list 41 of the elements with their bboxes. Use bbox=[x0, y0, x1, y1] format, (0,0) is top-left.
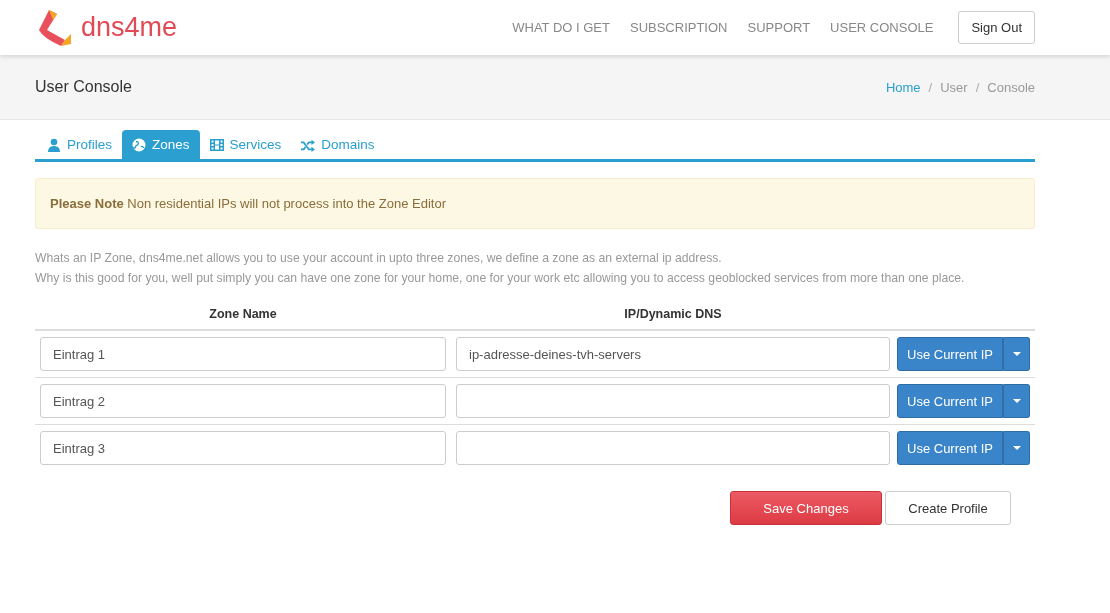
tab[interactable]: Zones bbox=[122, 130, 200, 159]
caret-icon bbox=[1012, 352, 1021, 356]
use-current-ip-button[interactable]: Use Current IP bbox=[897, 337, 1003, 371]
ip-field[interactable]: ip-adresse-deines-tvh-servers bbox=[456, 337, 890, 371]
column-header: Zone Name bbox=[208, 306, 278, 323]
save-changes-button[interactable]: Save Changes bbox=[730, 491, 882, 525]
nav-link[interactable]: WHAT DO I GET bbox=[512, 20, 610, 35]
zone-name-field[interactable]: Eintrag 3 bbox=[40, 431, 446, 465]
nav-link[interactable]: SUBSCRIPTION bbox=[629, 20, 728, 35]
sign-out-button[interactable]: Sign Out bbox=[958, 11, 1035, 44]
note-alert: Please Note Non residential IPs will not process into the Zone Editor bbox=[35, 178, 1035, 229]
page-title: User Console bbox=[35, 78, 132, 96]
ip-field[interactable] bbox=[456, 431, 890, 465]
breadcrumb-item: Console bbox=[987, 79, 1035, 95]
dropdown-toggle[interactable] bbox=[1003, 337, 1030, 371]
use-current-ip-button[interactable]: Use Current IP bbox=[897, 384, 1003, 418]
column-header: IP/Dynamic DNS bbox=[623, 306, 723, 323]
caret-icon bbox=[1012, 446, 1021, 450]
ip-field[interactable] bbox=[456, 384, 890, 418]
intro-text: Why is this good for you, well put simply you can have one zone for your home, one for your work etc allowing you to access geoblocked services from more than one place. bbox=[35, 271, 966, 285]
breadcrumb-item: User bbox=[940, 79, 968, 95]
zone-name-field[interactable]: Eintrag 2 bbox=[40, 384, 446, 418]
use-current-ip-button[interactable]: Use Current IP bbox=[897, 431, 1003, 465]
zone-name-field[interactable]: Eintrag 1 bbox=[40, 337, 446, 371]
film-icon bbox=[209, 137, 224, 152]
tab[interactable]: Services bbox=[199, 130, 292, 159]
intro-text: Whats an IP Zone, dns4me.net allows you to use your account in upto three zones, we define a zone as an external ip address. bbox=[35, 251, 723, 265]
logo-text[interactable]: dns4me bbox=[81, 12, 178, 43]
globe-icon bbox=[132, 137, 146, 152]
nav-link[interactable]: USER CONSOLE bbox=[830, 20, 934, 35]
dropdown-toggle[interactable] bbox=[1003, 431, 1030, 465]
tab[interactable]: Domains bbox=[291, 130, 385, 159]
caret-icon bbox=[1012, 399, 1021, 403]
breadcrumb-separator: / bbox=[928, 79, 933, 95]
create-profile-button[interactable]: Create Profile bbox=[885, 491, 1011, 525]
person-icon bbox=[47, 137, 61, 152]
nav-link[interactable]: SUPPORT bbox=[747, 20, 811, 35]
breadcrumb-link[interactable]: Home bbox=[885, 79, 921, 95]
breadcrumb-separator: / bbox=[975, 79, 980, 95]
dropdown-toggle[interactable] bbox=[1003, 384, 1030, 418]
tab[interactable]: Profiles bbox=[37, 130, 122, 159]
